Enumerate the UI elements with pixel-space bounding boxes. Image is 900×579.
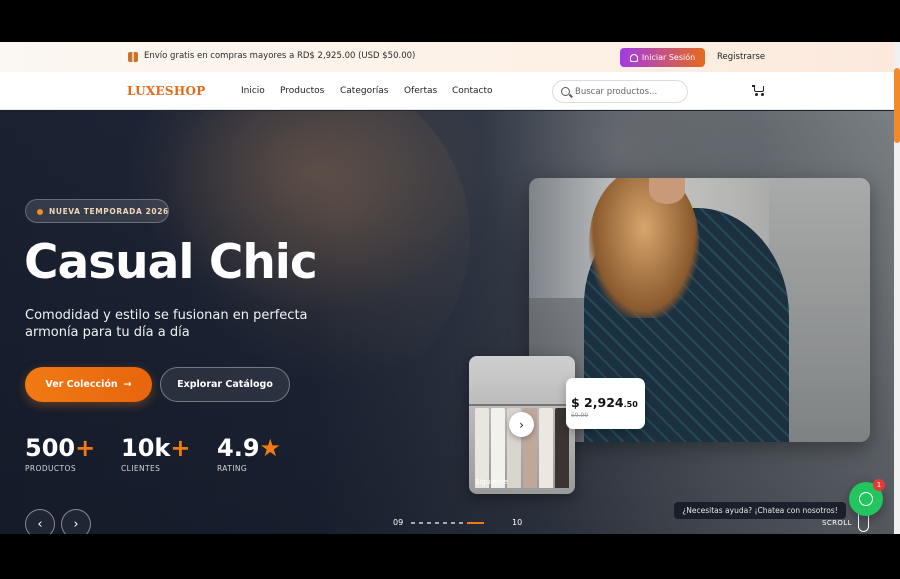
next-slide-button[interactable]: › — [61, 509, 91, 534]
search-icon — [561, 87, 570, 96]
next-thumbnail-button[interactable]: › — [509, 412, 534, 437]
pager-dot-active[interactable] — [467, 522, 484, 524]
stat-label: PRODUCTOS — [25, 464, 76, 473]
user-icon — [629, 53, 638, 62]
hero-title: Casual Chic — [24, 235, 318, 290]
screen-frame: Envío gratis en compras mayores a RD$ 2,… — [0, 0, 900, 579]
navbar: LUXESHOP Inicio Productos Categorías Ofe… — [0, 72, 900, 110]
cart-icon[interactable] — [752, 85, 764, 96]
stat-value: 10k — [121, 434, 171, 462]
pager-dot[interactable] — [427, 522, 431, 524]
prev-slide-button[interactable]: ‹ — [25, 509, 55, 534]
package-icon — [128, 52, 138, 62]
hero-subtitle: Comodidad y estilo se fusionan en perfec… — [25, 308, 308, 340]
chat-bubble-icon — [859, 492, 873, 506]
login-label: Iniciar Sesión — [641, 53, 696, 62]
stat-label: RATING — [217, 464, 248, 473]
explore-catalog-label: Explorar Catálogo — [177, 379, 273, 390]
pager-current: 09 — [393, 518, 404, 527]
notification-badge: 1 — [873, 479, 885, 491]
nav-link-productos[interactable]: Productos — [280, 86, 324, 96]
view-collection-label: Ver Colección — [45, 379, 118, 390]
arrow-right-icon: → — [123, 379, 132, 390]
chevron-right-icon: › — [73, 516, 79, 532]
stat-accent: + — [75, 434, 96, 462]
price-value: $ 2,924.50 — [571, 395, 638, 410]
price-old: 59.99 — [571, 412, 589, 419]
nav-link-contacto[interactable]: Contacto — [452, 86, 493, 96]
pager-next: 10 — [512, 518, 523, 527]
stat-accent: + — [170, 434, 191, 462]
stat-value: 4.9 — [217, 434, 260, 462]
stat-value: 500 — [25, 434, 76, 462]
pager-dots — [411, 522, 484, 524]
explore-catalog-button[interactable]: Explorar Catálogo — [160, 367, 290, 402]
pager-dot[interactable] — [435, 522, 439, 524]
view-collection-button[interactable]: Ver Colección → — [25, 367, 152, 402]
badge-text: NUEVA TEMPORADA 2026 — [49, 207, 169, 216]
nav-link-ofertas[interactable]: Ofertas — [404, 86, 437, 96]
chat-tooltip: ¿Necesitas ayuda? ¡Chatea con nosotros! — [674, 502, 846, 519]
register-link[interactable]: Registrarse — [717, 52, 765, 62]
pager-dot[interactable] — [443, 522, 447, 524]
stat-label: CLIENTES — [121, 464, 161, 473]
page-scrollbar[interactable] — [894, 42, 900, 534]
pager-dot[interactable] — [459, 522, 463, 524]
pager-dot[interactable] — [419, 522, 423, 524]
nav-link-inicio[interactable]: Inicio — [241, 86, 265, 96]
badge-dot — [37, 209, 43, 215]
hero-section: NUEVA TEMPORADA 2026 Casual Chic Comodid… — [0, 111, 894, 534]
pager-dot[interactable] — [411, 522, 415, 524]
pager-dot[interactable] — [451, 522, 455, 524]
promo-bar: Envío gratis en compras mayores a RD$ 2,… — [0, 42, 900, 72]
stat-clients: 10k+ CLIENTES — [121, 434, 190, 473]
promo-text: Envío gratis en compras mayores a RD$ 2,… — [144, 51, 416, 61]
nav-link-categorias[interactable]: Categorías — [340, 86, 389, 96]
scrollbar-thumb[interactable] — [894, 68, 900, 143]
star-icon: ★ — [259, 434, 282, 462]
browser-page: Envío gratis en compras mayores a RD$ 2,… — [0, 42, 900, 534]
chevron-left-icon: ‹ — [37, 516, 43, 532]
next-label: Siguiente — [475, 478, 509, 486]
search-input[interactable]: Buscar productos... — [552, 80, 688, 103]
stat-rating: 4.9★ RATING — [217, 434, 281, 473]
season-badge: NUEVA TEMPORADA 2026 — [25, 199, 169, 223]
price-card: $ 2,924.50 59.99 — [566, 378, 645, 429]
login-button[interactable]: Iniciar Sesión — [620, 48, 705, 67]
stat-products: 500+ PRODUCTOS — [25, 434, 95, 473]
scroll-label: SCROLL — [822, 519, 852, 527]
logo[interactable]: LUXESHOP — [127, 84, 206, 98]
chevron-right-icon: › — [519, 417, 524, 432]
search-placeholder: Buscar productos... — [575, 87, 658, 97]
